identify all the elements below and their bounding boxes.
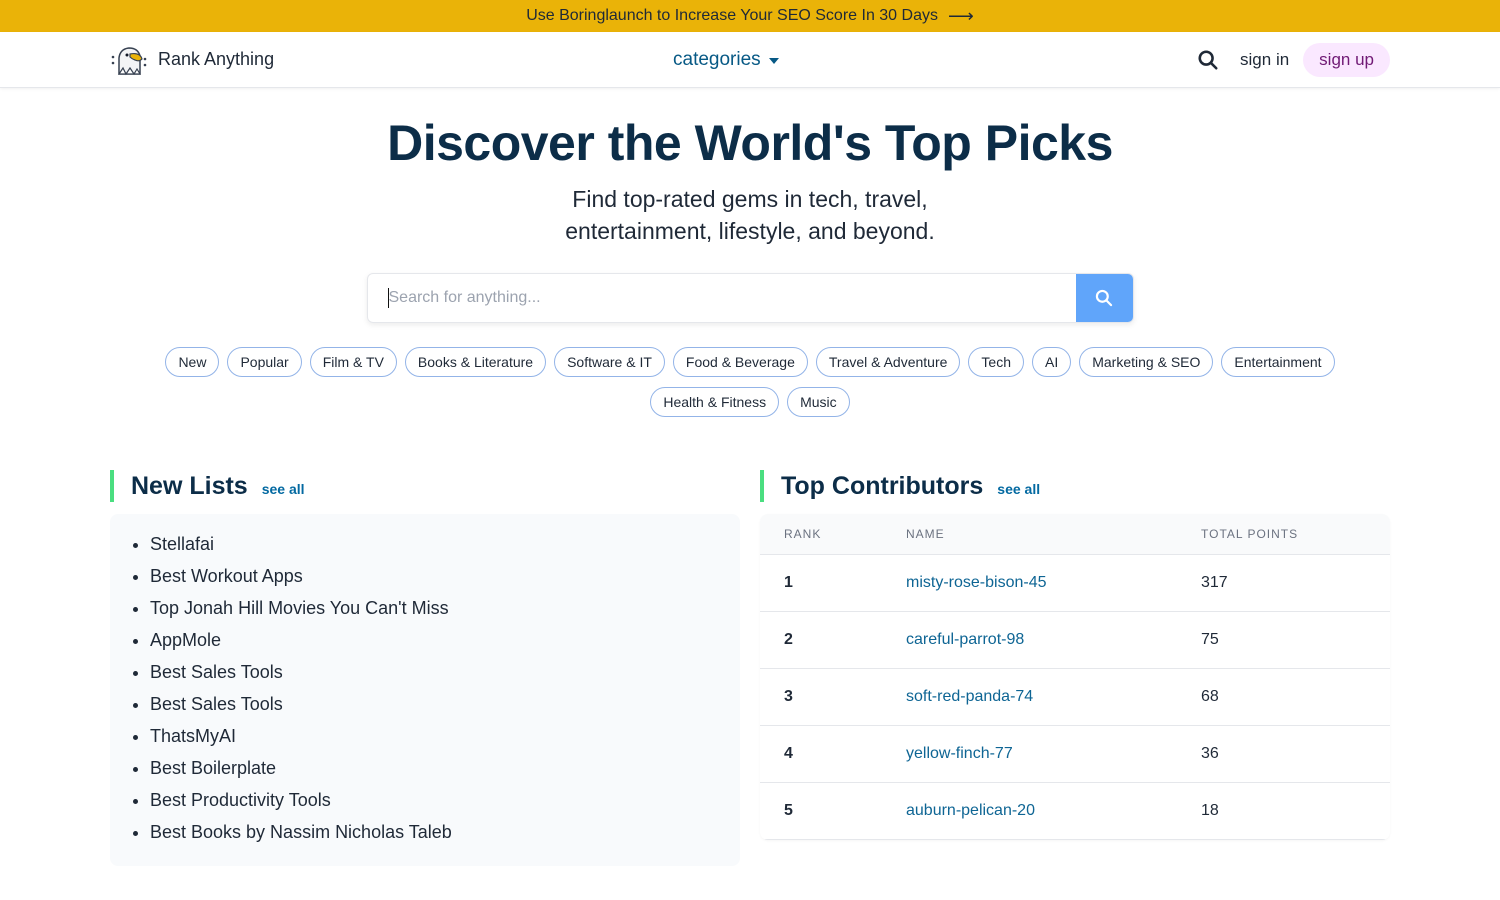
search-bar: [366, 273, 1134, 323]
top-contributors-title: Top Contributors: [781, 472, 984, 500]
table-row: 2 careful-parrot-98 75: [760, 611, 1390, 669]
top-contributors-section: Top Contributors see all RANK NAME TOTAL…: [760, 470, 1390, 866]
points-cell: 18: [1201, 782, 1390, 840]
table-row: 4 yellow-finch-77 36: [760, 725, 1390, 783]
points-cell: 75: [1201, 611, 1390, 669]
chip-tech[interactable]: Tech: [968, 347, 1024, 377]
chip-ai[interactable]: AI: [1032, 347, 1072, 377]
contributor-name-link[interactable]: soft-red-panda-74: [906, 688, 1033, 705]
list-item[interactable]: ThatsMyAI: [150, 720, 740, 752]
column-header-name: NAME: [906, 514, 1201, 555]
list-item[interactable]: Best Books by Nassim Nicholas Taleb: [150, 816, 740, 848]
brand-home-link[interactable]: Rank Anything: [110, 44, 274, 76]
new-lists-see-all-link[interactable]: see all: [262, 481, 305, 497]
caret-down-icon: [768, 58, 779, 64]
table-row: 5 auburn-pelican-20 18: [760, 782, 1390, 840]
new-lists-section: New Lists see all Stellafai Best Workout…: [110, 470, 740, 866]
search-icon: [1198, 49, 1218, 70]
search-icon: [1095, 289, 1113, 307]
rank-cell: 4: [760, 725, 906, 783]
top-contributors-see-all-link[interactable]: see all: [997, 481, 1040, 497]
promo-banner[interactable]: Use Boringlaunch to Increase Your SEO Sc…: [0, 0, 1500, 32]
promo-text: Use Boringlaunch to Increase Your SEO Sc…: [526, 7, 938, 24]
chip-health-fitness[interactable]: Health & Fitness: [650, 387, 780, 417]
contributor-name-link[interactable]: yellow-finch-77: [906, 745, 1013, 762]
chip-marketing-seo[interactable]: Marketing & SEO: [1079, 347, 1214, 377]
chip-software-it[interactable]: Software & IT: [554, 347, 665, 377]
hero-subtitle-line2: entertainment, lifestyle, and beyond.: [565, 218, 935, 244]
search-input[interactable]: [387, 288, 1076, 308]
chip-entertainment[interactable]: Entertainment: [1221, 347, 1335, 377]
new-lists-list: Stellafai Best Workout Apps Top Jonah Hi…: [150, 528, 740, 848]
category-chips: New Popular Film & TV Books & Literature…: [105, 347, 1395, 417]
points-cell: 317: [1201, 554, 1390, 612]
contributor-name-link[interactable]: misty-rose-bison-45: [906, 574, 1046, 591]
rank-cell: 1: [760, 554, 906, 612]
chip-music[interactable]: Music: [787, 387, 850, 417]
top-contributors-header: Top Contributors see all: [760, 470, 1390, 502]
categories-label: categories: [673, 49, 761, 70]
table-header-row: RANK NAME TOTAL POINTS: [760, 514, 1390, 555]
new-lists-box: Stellafai Best Workout Apps Top Jonah Hi…: [110, 514, 740, 866]
brand-name: Rank Anything: [158, 49, 275, 69]
hero-subtitle: Find top-rated gems in tech, travel, ent…: [0, 183, 1500, 247]
new-lists-title: New Lists: [131, 472, 248, 500]
arrow-right-icon: ⟶: [947, 6, 974, 26]
sign-in-link[interactable]: sign in: [1238, 44, 1291, 76]
chip-film-tv[interactable]: Film & TV: [309, 347, 397, 377]
rank-cell: 5: [760, 782, 906, 840]
contributor-name-link[interactable]: careful-parrot-98: [906, 631, 1024, 648]
categories-dropdown[interactable]: categories: [673, 32, 779, 88]
nav-search-button[interactable]: [1190, 42, 1226, 78]
content-sections: New Lists see all Stellafai Best Workout…: [110, 470, 1390, 866]
list-item[interactable]: Best Sales Tools: [150, 656, 740, 688]
list-item[interactable]: Stellafai: [150, 528, 740, 560]
chip-popular[interactable]: Popular: [227, 347, 302, 377]
hero-title: Discover the World's Top Picks: [387, 115, 1113, 171]
column-header-rank: RANK: [760, 514, 906, 555]
chip-travel-adventure[interactable]: Travel & Adventure: [815, 347, 961, 377]
list-item[interactable]: Best Sales Tools: [150, 688, 740, 720]
column-header-points: TOTAL POINTS: [1201, 514, 1390, 555]
contributors-table: RANK NAME TOTAL POINTS 1 misty-rose-biso…: [760, 514, 1390, 840]
list-item[interactable]: Top Jonah Hill Movies You Can't Miss: [150, 592, 740, 624]
sign-up-button[interactable]: sign up: [1303, 42, 1390, 77]
list-item[interactable]: Best Workout Apps: [150, 560, 740, 592]
table-row: 1 misty-rose-bison-45 317: [760, 554, 1390, 612]
chip-food-beverage[interactable]: Food & Beverage: [672, 347, 808, 377]
contributor-name-link[interactable]: auburn-pelican-20: [906, 802, 1035, 819]
hero-section: Discover the World's Top Picks Find top-…: [0, 88, 1500, 247]
list-item[interactable]: Best Productivity Tools: [150, 784, 740, 816]
hero-subtitle-line1: Find top-rated gems in tech, travel,: [572, 186, 928, 212]
points-cell: 36: [1201, 725, 1390, 783]
chip-new[interactable]: New: [165, 347, 220, 377]
list-item[interactable]: AppMole: [150, 624, 740, 656]
rank-cell: 3: [760, 668, 906, 726]
eagle-logo-icon: [111, 46, 147, 75]
list-item[interactable]: Best Boilerplate: [150, 752, 740, 784]
search-submit-button[interactable]: [1075, 274, 1133, 322]
chip-books-literature[interactable]: Books & Literature: [404, 347, 547, 377]
rank-cell: 2: [760, 611, 906, 669]
contributors-table-wrapper: RANK NAME TOTAL POINTS 1 misty-rose-biso…: [760, 514, 1390, 840]
table-row: 3 soft-red-panda-74 68: [760, 668, 1390, 726]
top-navbar: Rank Anything categories sign in sign up: [0, 32, 1500, 88]
points-cell: 68: [1201, 668, 1390, 726]
new-lists-header: New Lists see all: [110, 470, 740, 502]
